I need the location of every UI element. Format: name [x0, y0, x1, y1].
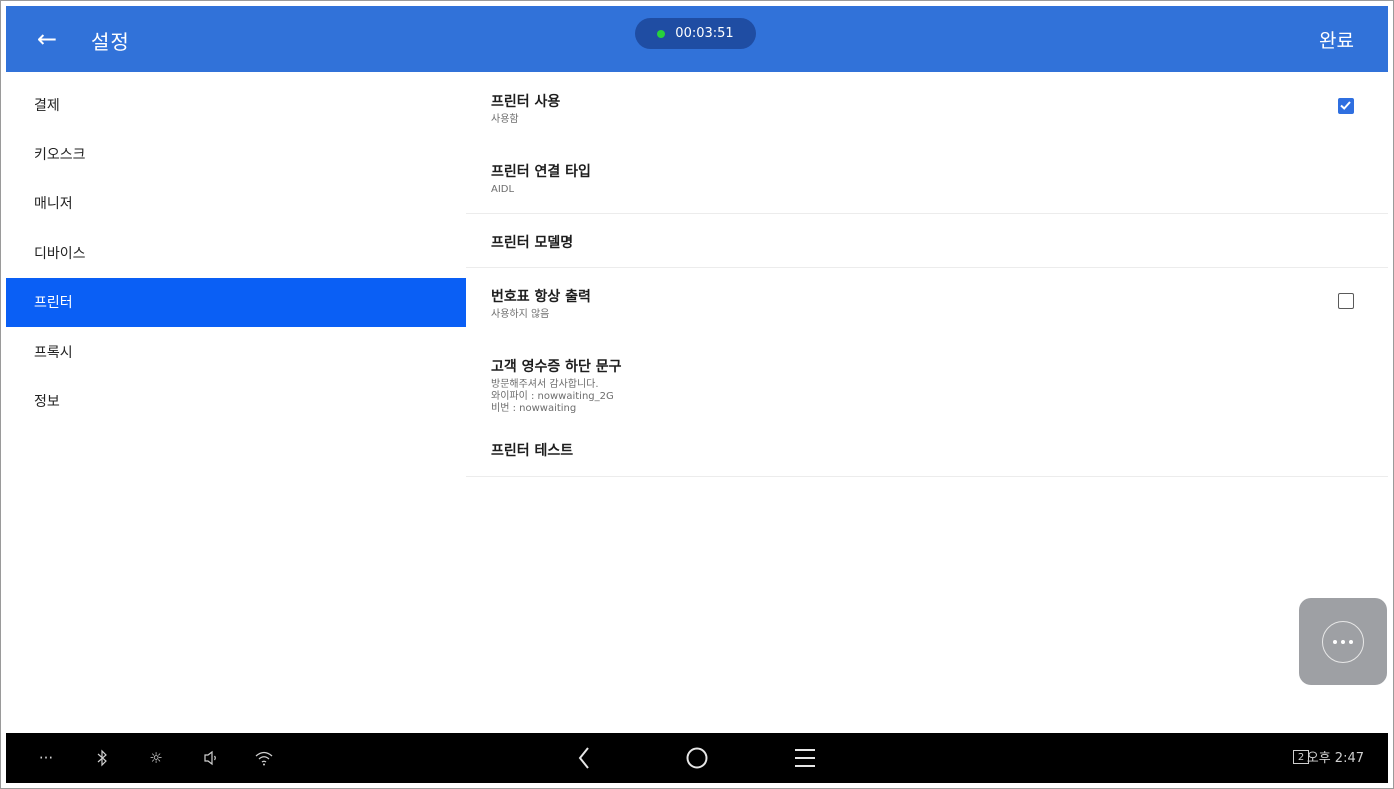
- setting-title: 프린터 연결 타입: [491, 164, 591, 180]
- sidebar-item-kiosk[interactable]: 키오스크: [6, 129, 466, 179]
- printer-use-checkbox[interactable]: [1338, 98, 1354, 114]
- setting-title: 번호표 항상 출력: [491, 289, 591, 305]
- more-dots-icon[interactable]: ···: [36, 746, 56, 770]
- setting-printer-test[interactable]: 프린터 테스트: [466, 426, 1388, 476]
- setting-model-name[interactable]: 프린터 모델명: [466, 214, 1388, 267]
- setting-subtitle: 사용하지 않음: [491, 309, 550, 320]
- done-button[interactable]: 완료: [1319, 26, 1354, 53]
- wifi-icon[interactable]: [252, 746, 276, 770]
- divider: [466, 476, 1388, 477]
- app-bar: ← 설정 00:03:51 완료: [6, 6, 1388, 72]
- setting-title: 프린터 모델명: [491, 235, 574, 251]
- sidebar-item-proxy[interactable]: 프록시: [6, 327, 466, 377]
- printer-settings-list: 프린터 사용 사용함 프린터 연결 타입 AIDL 프린터 모델명 번호표 항상…: [466, 72, 1388, 733]
- setting-title: 고객 영수증 하단 문구: [491, 359, 622, 375]
- nav-home-icon[interactable]: [684, 746, 710, 770]
- checkmark-icon: [1340, 101, 1351, 110]
- receipt-footer-line: 와이파이 : nowwaiting_2G: [491, 391, 614, 402]
- setting-receipt-footer[interactable]: 고객 영수증 하단 문구 방문해주셔서 감사합니다. 와이파이 : nowwai…: [466, 342, 1388, 426]
- setting-title: 프린터 테스트: [491, 443, 574, 459]
- floating-menu-button[interactable]: [1299, 598, 1387, 685]
- sidebar-item-payment[interactable]: 결제: [6, 72, 466, 129]
- back-arrow-icon[interactable]: ←: [32, 24, 62, 54]
- settings-sidebar: 결제 키오스크 매니저 디바이스 프린터 프록시 정보: [6, 72, 466, 733]
- sidebar-item-info[interactable]: 정보: [6, 377, 466, 427]
- setting-title: 프린터 사용: [491, 94, 561, 110]
- nav-recents-icon[interactable]: [792, 746, 818, 770]
- sidebar-item-device[interactable]: 디바이스: [6, 228, 466, 278]
- recording-dot-icon: [657, 29, 666, 38]
- setting-subtitle: 사용함: [491, 114, 519, 125]
- more-horizontal-circle-icon: [1322, 620, 1364, 663]
- page-title: 설정: [91, 30, 130, 54]
- setting-printer-use[interactable]: 프린터 사용 사용함: [466, 72, 1388, 142]
- ticket-always-print-checkbox[interactable]: [1338, 293, 1354, 309]
- nav-back-icon[interactable]: [572, 746, 596, 770]
- sidebar-item-manager[interactable]: 매니저: [6, 179, 466, 229]
- app-window: ← 설정 00:03:51 완료 결제 키오스크 매니저 디바이스 프린터 프록…: [0, 0, 1394, 789]
- session-timer: 00:03:51: [635, 18, 756, 49]
- sidebar-item-printer[interactable]: 프린터: [6, 277, 466, 327]
- setting-ticket-always-print[interactable]: 번호표 항상 출력 사용하지 않음: [466, 268, 1388, 342]
- setting-connection-type[interactable]: 프린터 연결 타입 AIDL: [466, 142, 1388, 213]
- volume-icon[interactable]: [200, 746, 222, 770]
- receipt-footer-line: 방문해주셔서 감사합니다.: [491, 379, 599, 390]
- bluetooth-icon[interactable]: [92, 746, 112, 770]
- setting-subtitle: AIDL: [491, 184, 515, 195]
- system-bar: ··· ☼ 2 오후 2:47: [6, 733, 1388, 783]
- system-clock: 오후 2:47: [1306, 751, 1364, 766]
- receipt-footer-line: 비번 : nowwaiting: [491, 403, 577, 414]
- timer-text: 00:03:51: [675, 26, 734, 41]
- brightness-icon[interactable]: ☼: [145, 746, 167, 770]
